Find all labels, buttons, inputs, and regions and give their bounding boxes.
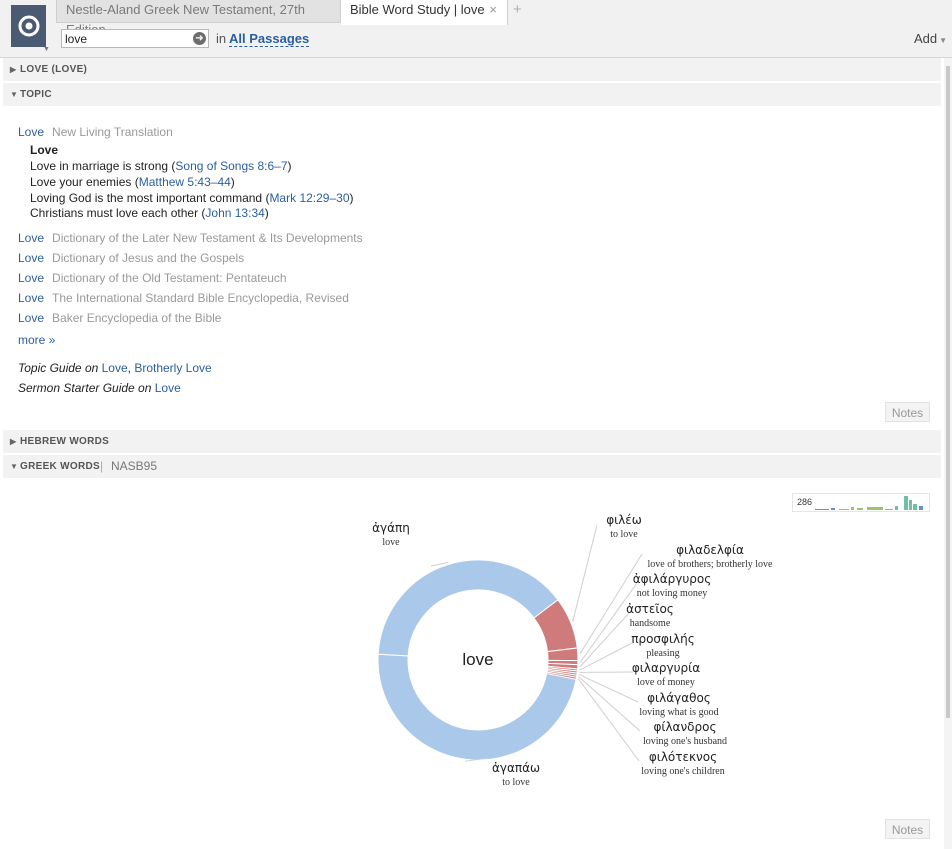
chart-lemma-label[interactable]: ἀγάπη xyxy=(372,521,410,535)
greek-words-chart: ἀγαπάω to love ἀγάπη love φιλέω to love φιλαδε… xyxy=(372,513,774,788)
chart-gloss-label: handsome xyxy=(630,618,671,629)
chart-gloss-label: to love xyxy=(610,529,638,540)
chart-slice[interactable] xyxy=(377,559,559,657)
in-label: in xyxy=(216,31,227,46)
chart-lemma-label[interactable]: φιλάγαθος xyxy=(647,691,711,705)
chart-lemma-label[interactable]: φίλανδρος xyxy=(653,720,716,734)
chevron-down-icon: ▼ xyxy=(939,36,948,45)
passage-scope-dropdown[interactable]: All Passages xyxy=(229,31,310,47)
tab-nestle-aland[interactable]: Nestle-Aland Greek New Testament, 27th E… xyxy=(56,0,341,37)
chart-lemma-label[interactable]: ἀστεῖος xyxy=(626,602,674,616)
logos-icon xyxy=(18,15,40,37)
chart-center-label: love xyxy=(462,650,493,669)
new-tab-button[interactable]: + xyxy=(513,0,522,20)
chart-gloss-label: pleasing xyxy=(646,648,679,659)
chart-leader-line xyxy=(579,642,633,671)
chart-lemma-label[interactable]: φιλότεκνος xyxy=(649,750,717,764)
search-field: ➜ xyxy=(61,29,209,48)
chart-gloss-label: loving what is good xyxy=(639,707,718,718)
app-toolbar: ▼ Nestle-Aland Greek New Testament, 27th… xyxy=(0,0,952,58)
tab-bible-word-study[interactable]: Bible Word Study | love × xyxy=(341,0,508,25)
word-study-content: ▶ LOVE (LOVE) ▼ TOPIC Love New Living Tra… xyxy=(0,58,944,849)
chart-leader-line xyxy=(579,582,638,664)
add-label: Add xyxy=(914,31,938,46)
chart-lemma-label[interactable]: φιλέω xyxy=(606,513,642,527)
scrollbar-thumb[interactable] xyxy=(946,66,950,718)
app-logo-button[interactable] xyxy=(11,5,46,47)
chart-lemma-label[interactable]: ἀφιλάργυρος xyxy=(633,572,712,586)
chart-gloss-label: to love xyxy=(502,777,530,788)
chart-leader-line xyxy=(578,676,641,732)
chart-gloss-label: loving one's husband xyxy=(643,736,727,747)
chart-leader-line xyxy=(579,612,630,668)
chevron-down-icon[interactable]: ▼ xyxy=(43,46,50,53)
search-input[interactable] xyxy=(65,31,189,46)
chart-lemma-label[interactable]: φιλαδελφία xyxy=(676,543,744,557)
chart-gloss-label: love xyxy=(382,537,400,548)
chart-slice[interactable] xyxy=(377,653,577,761)
close-icon[interactable]: × xyxy=(489,0,497,20)
chart-gloss-label: loving one's children xyxy=(641,766,724,777)
tab-label: Bible Word Study | love xyxy=(350,2,485,17)
chart-gloss-label: not loving money xyxy=(637,588,708,599)
chart-leader-line xyxy=(572,524,598,622)
chart-lemma-label[interactable]: φιλαργυρία xyxy=(632,661,700,675)
chart-leader-line xyxy=(577,678,640,762)
go-arrow-icon[interactable]: ➜ xyxy=(193,32,206,45)
chart-gloss-label: love of brothers; brotherly love xyxy=(648,559,774,570)
chart-leader-line xyxy=(578,674,639,703)
notes-button[interactable]: Notes xyxy=(885,819,930,839)
chart-lemma-label[interactable]: ἀγαπάω xyxy=(492,761,540,775)
chart-lemma-label[interactable]: προσφιλής xyxy=(631,632,695,646)
add-button[interactable]: Add ▼ xyxy=(914,31,947,46)
scrollbar[interactable] xyxy=(944,58,952,849)
chart-gloss-label: love of money xyxy=(637,677,695,688)
